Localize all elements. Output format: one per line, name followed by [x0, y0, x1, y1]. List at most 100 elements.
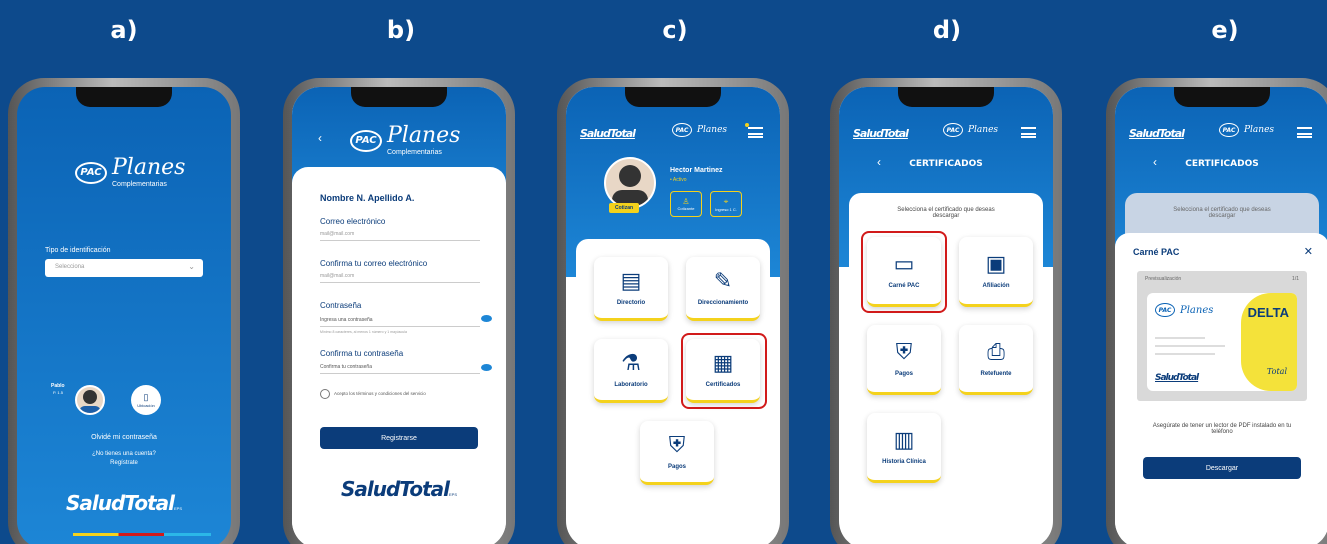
- pac-logo-icon: PAC: [1219, 123, 1239, 137]
- terms-checkbox[interactable]: [320, 389, 330, 399]
- phone-b: ‹ PAC Planes Complementarias Nombre N. Ap…: [283, 78, 515, 544]
- label-b: b): [386, 16, 416, 44]
- forgot-password-link[interactable]: Olvidé mi contraseña: [17, 434, 231, 441]
- planes-logo: PAC Planes: [1219, 123, 1274, 137]
- label-a: a): [110, 16, 138, 44]
- tile-afiliacion[interactable]: ▣ Afiliación: [959, 237, 1033, 307]
- register-screen: ‹ PAC Planes Complementarias Nombre N. Ap…: [292, 87, 506, 544]
- notification-dot: [745, 123, 749, 127]
- card-plan-name: DELTA: [1247, 305, 1289, 320]
- phone-c: SaludTotal PAC Planes Cotizan Hector Mar…: [557, 78, 789, 544]
- menu-icon[interactable]: [748, 127, 763, 138]
- label-d: d): [932, 16, 962, 44]
- salud-total-logo: SaludTotalEPS: [65, 491, 183, 515]
- close-icon[interactable]: ✕: [1304, 245, 1313, 258]
- pac-logo-icon: PAC: [672, 123, 692, 137]
- card-planes-logo: PAC Planes: [1155, 303, 1213, 317]
- register-form-card: Nombre N. Apellido A. Correo electrónico…: [292, 167, 506, 544]
- pdf-note: Asegúrate de tener un lector de PDF inst…: [1152, 423, 1292, 435]
- document-edit-icon: ✎: [713, 267, 733, 293]
- menu-icon[interactable]: [1297, 127, 1312, 138]
- flask-icon: ⚗: [621, 349, 641, 375]
- menu-icon[interactable]: [1021, 127, 1036, 138]
- avatar[interactable]: [75, 385, 105, 415]
- download-screen: SaludTotal PAC Planes ‹ CERTIFICADOS Sel…: [1115, 87, 1327, 544]
- no-account-text: ¿No tienes una cuenta?: [92, 451, 156, 457]
- user-name: Nombre N. Apellido A.: [320, 193, 415, 203]
- select-prompt: Selecciona el certificado que deseas des…: [897, 207, 995, 219]
- carne-card: PAC Planes DELTA SaludTotal Total: [1147, 293, 1297, 391]
- phone-notch: [898, 87, 994, 107]
- tile-pagos[interactable]: ⛨ Pagos: [640, 421, 714, 485]
- chip-cotizante[interactable]: ♙ Cotizante: [670, 191, 702, 217]
- person-icon: ♙: [682, 197, 690, 206]
- tile-historia-clinica[interactable]: ▥ Historia Clínica: [867, 413, 941, 483]
- highlight-certificados: [681, 333, 767, 409]
- page-count: 1/1: [1292, 276, 1299, 282]
- label-e: e): [1211, 16, 1239, 44]
- tile-direccionamiento[interactable]: ✎ Direccionamiento: [686, 257, 760, 321]
- user-name: Hector Martinez: [670, 167, 723, 174]
- phone-notch: [351, 87, 447, 107]
- label-c: c): [662, 16, 688, 44]
- download-button[interactable]: Descargar: [1143, 457, 1301, 479]
- tile-laboratorio[interactable]: ⚗ Laboratorio: [594, 339, 668, 403]
- chip-ingreso[interactable]: ⌖ Ingreso 1 C.: [710, 191, 742, 217]
- planes-logo: PAC Planes Complementarias: [350, 125, 460, 156]
- id-type-select[interactable]: Selecciona ⌄: [45, 259, 203, 277]
- location-icon: ⌖: [723, 196, 729, 206]
- salud-total-logo: SaludTotal: [580, 127, 636, 140]
- avatar-sub: P. 1.5: [53, 390, 63, 395]
- planes-logo: PAC Planes: [943, 123, 998, 137]
- option-button[interactable]: ▯ Ubicación: [131, 385, 161, 415]
- card-salud-total-logo: SaludTotal: [1155, 373, 1199, 383]
- pac-logo-icon: PAC: [75, 161, 107, 184]
- page-title: CERTIFICADOS: [909, 159, 983, 169]
- pac-logo-icon: PAC: [943, 123, 963, 137]
- salud-total-logo: SaludTotal: [853, 127, 909, 140]
- password-field[interactable]: Contraseña Ingresa una contraseña Mínimo…: [320, 301, 480, 334]
- directory-icon: ▤: [620, 267, 642, 293]
- planes-logo: PAC Planes Complementarias: [75, 157, 185, 188]
- register-link[interactable]: Regístrate: [17, 460, 231, 466]
- payment-shield-icon: ⛨: [895, 338, 913, 364]
- select-prompt: Selecciona el certificado que deseas des…: [1173, 207, 1271, 219]
- phone-e: SaludTotal PAC Planes ‹ CERTIFICADOS Sel…: [1106, 78, 1327, 544]
- tax-document-icon: ⎙: [987, 338, 1005, 364]
- phone-notch: [625, 87, 721, 107]
- back-button[interactable]: ‹: [318, 131, 322, 145]
- avatar-name: Pablo: [51, 383, 65, 389]
- pac-logo-icon: PAC: [1155, 303, 1175, 317]
- id-type-label: Tipo de identificación: [45, 247, 111, 254]
- terms-text[interactable]: Acepto los términos y condiciones del se…: [334, 391, 426, 396]
- clipboard-icon: ▥: [893, 426, 915, 452]
- register-button[interactable]: Registrarse: [320, 427, 478, 449]
- tile-directorio[interactable]: ▤ Directorio: [594, 257, 668, 321]
- page-title: CERTIFICADOS: [1185, 159, 1259, 169]
- preview-label: Previsualización: [1145, 276, 1182, 282]
- phone-notch: [76, 87, 172, 107]
- certificates-screen: SaludTotal PAC Planes ‹ CERTIFICADOS Sel…: [839, 87, 1053, 544]
- salud-total-logo: SaludTotal: [1129, 127, 1185, 140]
- confirm-email-field[interactable]: Confirma tu correo electrónico mail@mail…: [320, 259, 480, 283]
- phone-notch: [1174, 87, 1270, 107]
- tile-pagos[interactable]: ⛨ Pagos: [867, 325, 941, 395]
- confirm-password-field[interactable]: Confirma tu contraseña Confirma tu contr…: [320, 349, 480, 374]
- tile-retefuente[interactable]: ⎙ Retefuente: [959, 325, 1033, 395]
- brand-color-strip: [73, 533, 211, 536]
- eye-icon[interactable]: [481, 364, 492, 371]
- avatar: [604, 157, 656, 209]
- phone-a: PAC Planes Complementarias Tipo de identi…: [8, 78, 240, 544]
- status-badge: • Activo: [670, 177, 687, 183]
- email-field[interactable]: Correo electrónico mail@mail.com: [320, 217, 480, 241]
- pdf-preview: Previsualización 1/1 PAC Planes DELTA Sa…: [1137, 271, 1307, 401]
- avatar-tag: Cotizan: [609, 203, 639, 213]
- pac-logo-icon: PAC: [350, 129, 382, 152]
- payment-shield-icon: ⛨: [668, 431, 686, 457]
- modal-title: Carné PAC: [1133, 247, 1180, 257]
- highlight-carne-pac: [861, 231, 947, 313]
- login-screen: PAC Planes Complementarias Tipo de identi…: [17, 87, 231, 544]
- eye-icon[interactable]: [481, 315, 492, 322]
- phone-icon: ▯: [143, 392, 149, 402]
- card-total-mark: Total: [1266, 367, 1287, 376]
